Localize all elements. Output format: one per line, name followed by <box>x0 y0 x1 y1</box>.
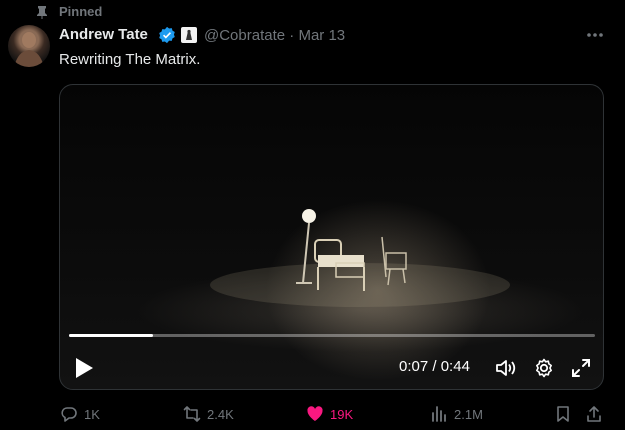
bookmark-button[interactable] <box>554 404 578 424</box>
current-time: 0:07 <box>399 358 429 375</box>
repost-icon <box>183 406 201 422</box>
tweet-text: Rewriting The Matrix. <box>59 51 201 68</box>
progress-bar-fill <box>69 334 154 337</box>
separator-dot: · <box>289 27 295 44</box>
more-options-icon[interactable] <box>586 32 604 38</box>
progress-bar[interactable] <box>69 334 595 337</box>
views-chart-icon <box>432 406 446 422</box>
heart-icon <box>307 406 323 421</box>
avatar[interactable] <box>8 25 50 67</box>
author-handle-and-date[interactable]: @Cobratate · Mar 13 <box>204 27 345 44</box>
author-name[interactable]: Andrew Tate <box>59 26 148 43</box>
reply-icon <box>61 407 77 422</box>
views-button[interactable]: 2.1M <box>430 404 483 424</box>
views-count: 2.1M <box>454 406 483 422</box>
post-date[interactable]: Mar 13 <box>298 27 345 44</box>
reply-count: 1K <box>84 406 100 422</box>
settings-gear-icon[interactable] <box>533 357 555 379</box>
video-player[interactable]: 0:07 / 0:44 <box>59 84 604 390</box>
fullscreen-icon[interactable] <box>570 357 592 379</box>
affiliate-badge-icon[interactable] <box>181 27 197 43</box>
play-button[interactable] <box>74 357 94 379</box>
pin-icon <box>37 6 47 19</box>
share-button[interactable] <box>585 404 609 424</box>
repost-button[interactable]: 2.4K <box>183 404 234 424</box>
verified-badge-icon <box>159 26 175 44</box>
time-readout: 0:07 / 0:44 <box>399 358 470 375</box>
bookmark-icon <box>557 406 569 422</box>
reply-button[interactable]: 1K <box>60 404 100 424</box>
pinned-label: Pinned <box>59 4 103 19</box>
like-button[interactable]: 19K <box>306 404 353 424</box>
duration: 0:44 <box>440 358 470 375</box>
time-separator: / <box>428 358 441 375</box>
author-handle[interactable]: @Cobratate <box>204 27 285 44</box>
share-icon <box>587 406 601 422</box>
video-frame <box>210 209 510 307</box>
volume-icon[interactable] <box>495 357 517 379</box>
like-count: 19K <box>330 406 354 422</box>
repost-count: 2.4K <box>207 406 234 422</box>
